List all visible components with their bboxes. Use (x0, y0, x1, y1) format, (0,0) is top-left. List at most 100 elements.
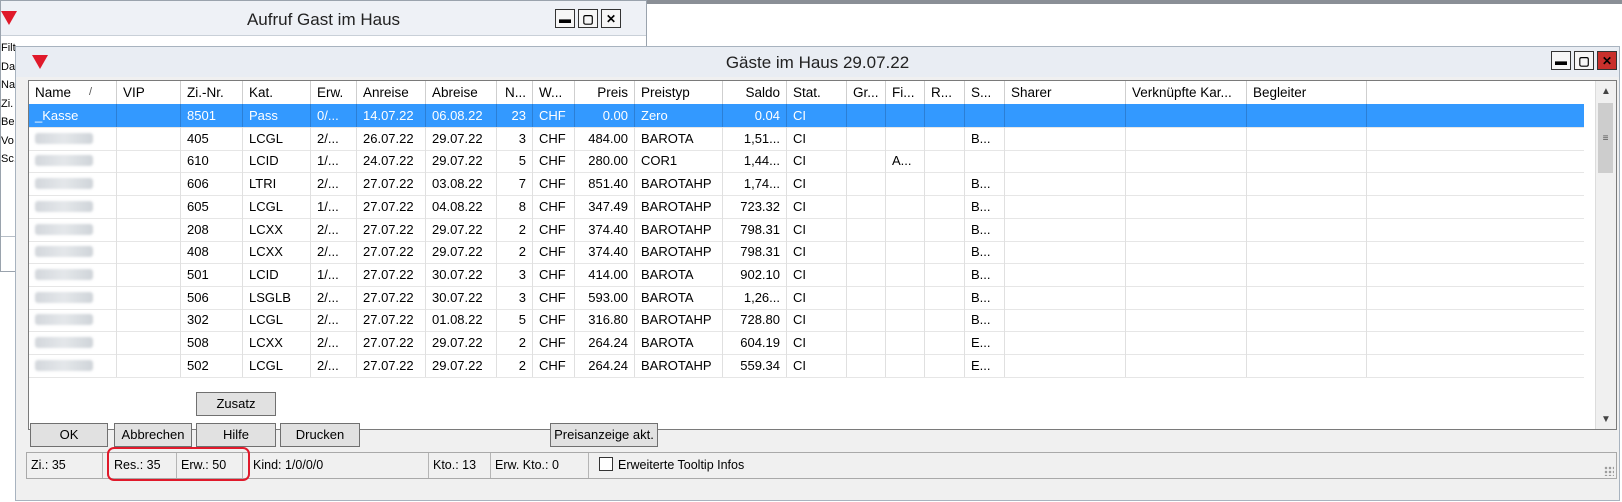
table-row[interactable]: 606 LTRI 2/... 27.07.22 03.08.22 7 CHF 851.40 BA… (29, 172, 1584, 197)
cell-empty (1005, 126, 1126, 150)
cell-preistyp: BAROTAHP (635, 172, 723, 196)
main-window-title: Gäste im Haus 29.07.22 (725, 53, 910, 72)
cell-zi: 506 (181, 285, 243, 309)
column-header[interactable]: S... (965, 81, 1005, 104)
column-header[interactable]: Fi... (886, 81, 925, 104)
column-header[interactable]: Name (29, 81, 117, 104)
cell-r (925, 194, 965, 218)
tooltip-checkbox-field[interactable]: Erweiterte Tooltip Infos (595, 453, 765, 478)
column-header[interactable]: Sharer (1005, 81, 1126, 104)
cell-vip (117, 126, 181, 150)
cell-fi (886, 285, 925, 309)
cell-empty (1247, 331, 1367, 354)
cell-empty (1247, 308, 1367, 332)
minimize-icon[interactable]: ▬ (555, 9, 575, 28)
tooltip-checkbox[interactable] (599, 457, 613, 471)
guests-in-house-window[interactable]: Gäste im Haus 29.07.22 ▬ ▢ ✕ Name VIP Zi.-… (15, 46, 1620, 501)
cell-vip (117, 240, 181, 264)
scroll-down-icon[interactable]: ▼ (1596, 409, 1616, 429)
column-header[interactable]: Erw. (311, 81, 357, 104)
background-title-bar[interactable]: Aufruf Gast im Haus ▬ ▢ ✕ (1, 1, 646, 36)
cell-erw: 2/... (311, 240, 357, 264)
scroll-thumb[interactable]: ≡ (1598, 103, 1613, 173)
cell-empty (1005, 172, 1126, 196)
cell-abreise: 29.07.22 (426, 353, 497, 377)
status-erw-kto: Erw. Kto.: 0 (491, 453, 589, 478)
column-header[interactable]: Anreise (357, 81, 426, 104)
cell-vip (117, 104, 181, 127)
cell-erw: 2/... (311, 126, 357, 150)
column-header[interactable]: W... (533, 81, 575, 104)
column-header[interactable]: Stat. (787, 81, 847, 104)
cell-name (29, 308, 117, 332)
table-row[interactable]: 610 LCID 1/... 24.07.22 29.07.22 5 CHF 280.00 CO… (29, 149, 1584, 174)
table-row[interactable]: 605 LCGL 1/... 27.07.22 04.08.22 8 CHF 347.49 BA… (29, 194, 1584, 219)
status-kto: Kto.: 13 (429, 453, 491, 478)
drucken-button[interactable]: Drucken (280, 423, 360, 447)
cell-name (29, 126, 117, 150)
column-header[interactable]: Zi.-Nr. (181, 81, 243, 104)
cell-zi: 508 (181, 331, 243, 354)
ok-button[interactable]: OK (30, 423, 108, 447)
cell-s: B... (965, 172, 1005, 196)
cell-kat: LTRI (243, 172, 311, 196)
zusatz-button[interactable]: Zusatz (196, 392, 276, 416)
cell-name (29, 353, 117, 377)
column-header[interactable]: VIP (117, 81, 181, 104)
column-header[interactable]: Preis (575, 81, 635, 104)
maximize-icon[interactable]: ▢ (578, 9, 598, 28)
main-title-bar[interactable]: Gäste im Haus 29.07.22 ▬ ▢ ✕ (16, 47, 1619, 77)
column-header[interactable]: Verknüpfte Kar... (1126, 81, 1247, 104)
table-row[interactable]: 501 LCID 1/... 27.07.22 30.07.22 3 CHF 414.00 BA… (29, 262, 1584, 287)
cell-s: B... (965, 285, 1005, 309)
table-row[interactable]: 405 LCGL 2/... 26.07.22 29.07.22 3 CHF 484.00 BA… (29, 126, 1584, 151)
column-header[interactable]: Gr... (847, 81, 886, 104)
vertical-scrollbar[interactable]: ▲ ≡ ▼ (1595, 81, 1616, 429)
cell-zi: 208 (181, 217, 243, 241)
cell-empty (1126, 331, 1247, 354)
cell-stat: CI (787, 285, 847, 309)
abbrechen-button[interactable]: Abbrechen (114, 423, 192, 447)
cell-abreise: 04.08.22 (426, 194, 497, 218)
cell-s: E... (965, 331, 1005, 354)
table-row[interactable]: 506 LSGLB 2/... 27.07.22 30.07.22 3 CHF 593.00 B… (29, 285, 1584, 310)
table-row[interactable]: 508 LCXX 2/... 27.07.22 29.07.22 2 CHF 264.24 BA… (29, 331, 1584, 355)
column-header[interactable]: Abreise (426, 81, 497, 104)
maximize-icon[interactable]: ▢ (1574, 51, 1594, 70)
cell-preis: 851.40 (575, 172, 635, 196)
table-row[interactable]: 302 LCGL 2/... 27.07.22 01.08.22 5 CHF 316.80 BA… (29, 308, 1584, 333)
table-row[interactable]: 502 LCGL 2/... 27.07.22 29.07.22 2 CHF 264.24 BA… (29, 353, 1584, 378)
status-bar: Zi.: 35 Res.: 35 Erw.: 50 Kind: 1/0/0/0 … (26, 447, 1617, 481)
cell-kat: LCXX (243, 240, 311, 264)
scroll-up-icon[interactable]: ▲ (1596, 81, 1616, 101)
cell-erw: 1/... (311, 262, 357, 286)
cell-n: 2 (497, 331, 533, 354)
column-header[interactable]: Begleiter (1247, 81, 1367, 104)
column-header[interactable]: N... (497, 81, 533, 104)
resize-grip-icon[interactable] (1604, 466, 1614, 476)
cell-w: CHF (533, 149, 575, 173)
close-icon[interactable]: ✕ (1597, 51, 1617, 70)
cell-saldo: 1,26... (723, 285, 787, 309)
cell-empty (1247, 285, 1367, 309)
hilfe-button[interactable]: Hilfe (196, 423, 276, 447)
column-header[interactable]: R... (925, 81, 965, 104)
table-row[interactable]: _Kasse 8501 Pass 0/... 14.07.22 06.08.22 23 CHF… (29, 104, 1584, 128)
table-row[interactable]: 408 LCXX 2/... 27.07.22 29.07.22 2 CHF 374.40 BA… (29, 240, 1584, 265)
cell-preistyp: BAROTA (635, 331, 723, 354)
tooltip-checkbox-label: Erweiterte Tooltip Infos (618, 458, 745, 472)
cell-n: 3 (497, 285, 533, 309)
column-header[interactable]: Preistyp (635, 81, 723, 104)
close-icon[interactable]: ✕ (601, 9, 621, 28)
minimize-icon[interactable]: ▬ (1551, 51, 1571, 70)
table-row[interactable]: 208 LCXX 2/... 27.07.22 29.07.22 2 CHF 374.40 BA… (29, 217, 1584, 242)
cell-erw: 2/... (311, 217, 357, 241)
column-header[interactable]: Saldo (723, 81, 787, 104)
guest-table[interactable]: Name VIP Zi.-Nr. Kat. Erw. Anreise Abreise N...… (28, 80, 1617, 430)
column-header[interactable]: Kat. (243, 81, 311, 104)
cell-zi: 606 (181, 172, 243, 196)
cell-preistyp: BAROTAHP (635, 194, 723, 218)
cell-empty (1126, 353, 1247, 377)
cell-w: CHF (533, 126, 575, 150)
preisanzeige-button[interactable]: Preisanzeige akt. (550, 423, 658, 447)
